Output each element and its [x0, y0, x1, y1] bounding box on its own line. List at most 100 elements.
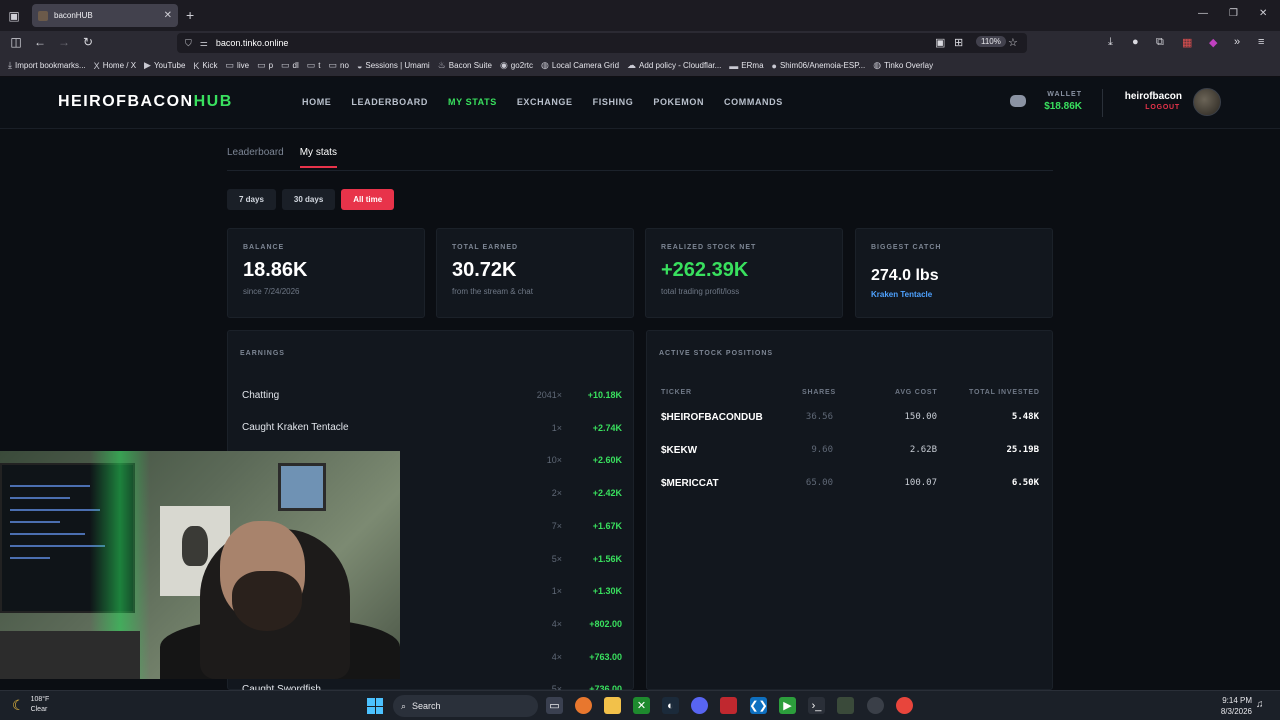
back-icon[interactable]: ←	[32, 35, 48, 49]
bookmark-item[interactable]: ◍ Local Camera Grid	[541, 60, 619, 71]
app-red-icon[interactable]	[720, 697, 737, 714]
firefox-icon[interactable]	[575, 697, 592, 714]
logout-link[interactable]: LOGOUT	[1110, 104, 1180, 111]
nav-home[interactable]: HOME	[302, 97, 331, 107]
terminal-icon[interactable]: ›_	[808, 697, 825, 714]
nav-exchange[interactable]: EXCHANGE	[517, 97, 573, 107]
bookmark-label: Kick	[202, 61, 218, 70]
site-info-icon[interactable]: ⚌	[200, 38, 208, 49]
close-tab-icon[interactable]: ✕	[164, 10, 172, 21]
downloads-icon[interactable]: ⤓	[1108, 36, 1113, 49]
picture-icon[interactable]: ▣	[935, 36, 945, 49]
sidebar-toggle-icon[interactable]: ◫	[8, 35, 24, 49]
chrome-icon[interactable]	[896, 697, 913, 714]
bookmark-item[interactable]: ♨ Bacon Suite	[438, 60, 492, 71]
col-shares: SHARES	[802, 389, 836, 396]
bookmark-item[interactable]: ● Shim06/Anemoia-ESP...	[772, 61, 866, 71]
taskbar-search[interactable]: ⌕ Search	[393, 695, 538, 717]
range-30-days-button[interactable]: 30 days	[281, 189, 336, 210]
bookmark-star-icon[interactable]: ☆	[1008, 36, 1018, 49]
bookmark-item[interactable]: ▶ YouTube	[144, 60, 185, 71]
app-green-icon[interactable]: ▶	[779, 697, 796, 714]
new-tab-icon[interactable]: +	[186, 7, 194, 23]
bookmark-item[interactable]: ▭ dl	[281, 60, 299, 71]
bookmark-item[interactable]: ▭ t	[307, 60, 321, 71]
bookmark-item[interactable]: ◉ go2rtc	[500, 60, 533, 71]
bookmark-item[interactable]: K Kick	[193, 61, 217, 71]
discord-taskbar-icon[interactable]	[691, 697, 708, 714]
col-ticker: TICKER	[661, 389, 692, 396]
card-label: REALIZED STOCK NET	[661, 244, 757, 251]
vscode-icon[interactable]: ❮❯	[749, 697, 768, 714]
nav-commands[interactable]: COMMANDS	[724, 97, 783, 107]
range-7-days-button[interactable]: 7 days	[227, 189, 276, 210]
biggest-catch-value: 274.0 lbs	[871, 267, 939, 284]
tab-leaderboard[interactable]: Leaderboard	[227, 147, 284, 168]
folder-icon: ▭	[306, 60, 316, 70]
site-logo[interactable]: HEIROFBACONHUB	[58, 93, 233, 111]
bookmark-label: dl	[292, 61, 299, 70]
total-earned-value: 30.72K	[452, 259, 517, 281]
bookmark-item[interactable]: ▭ no	[329, 60, 349, 71]
tab-my-stats[interactable]: My stats	[299, 147, 337, 168]
minimize-icon[interactable]: —	[1198, 8, 1208, 19]
bookmark-item[interactable]: ◒ Sessions | Umami	[357, 61, 430, 71]
github-icon: ●	[771, 60, 777, 71]
nav-my-stats[interactable]: MY STATS	[448, 97, 497, 107]
nav-leaderboard[interactable]: LEADERBOARD	[351, 97, 428, 107]
file-explorer-icon[interactable]	[604, 697, 621, 714]
close-window-icon[interactable]: ✕	[1259, 8, 1267, 19]
bookmark-item[interactable]: ▬ ERma	[729, 61, 763, 71]
card-label: BALANCE	[243, 244, 285, 251]
bookmark-item[interactable]: ⤓ Import bookmarks...	[8, 60, 86, 71]
bookmark-item[interactable]: ▭ p	[257, 60, 273, 71]
system-clock[interactable]: 9:14 PM 8/3/2026	[1210, 695, 1252, 717]
tab-list-icon[interactable]: ▣	[0, 0, 28, 31]
discord-icon[interactable]	[1010, 95, 1026, 107]
shield-icon[interactable]: ⛉	[185, 38, 192, 49]
start-icon[interactable]	[367, 698, 383, 714]
range-all-time-button[interactable]: All time	[341, 189, 395, 210]
restore-icon[interactable]: ❐	[1229, 8, 1238, 19]
forward-icon[interactable]: →	[56, 35, 72, 49]
zoom-level[interactable]: 110%	[976, 36, 1006, 47]
browser-navbar: ◫ ← → ↻ ⛉ ⚌ bacon.tinko.online ▣ ⊞ 110% …	[0, 31, 1280, 55]
obs-icon[interactable]	[867, 697, 884, 714]
extensions-icon[interactable]: ⧉	[1156, 36, 1164, 49]
reload-icon[interactable]: ↻	[80, 35, 96, 49]
xbox-icon[interactable]: ✕	[633, 697, 650, 714]
menu-icon[interactable]: ≡	[1258, 36, 1264, 48]
notification-bell-icon[interactable]: ♫	[1256, 699, 1264, 710]
site-header: HEIROFBACONHUB HOME LEADERBOARD MY STATS EX…	[0, 77, 1280, 129]
import-icon: ⤓	[8, 60, 12, 70]
bookmark-item[interactable]: ▭ live	[226, 60, 250, 71]
bookmark-item[interactable]: ◍ Tinko Overlay	[873, 60, 933, 71]
steam-icon[interactable]: ◐	[662, 697, 679, 714]
account-icon[interactable]: ●	[1132, 36, 1139, 48]
bookmark-label: t	[318, 61, 321, 70]
bookmark-label: go2rtc	[510, 61, 534, 70]
stock-row[interactable]: $MERICCAT 65.00 100.07 6.50K	[661, 473, 1041, 493]
bookmark-item[interactable]: X Home / X	[94, 61, 136, 71]
extension-purple-icon[interactable]: ◆	[1209, 36, 1217, 49]
avatar[interactable]	[1193, 88, 1221, 116]
biggest-catch-fish[interactable]: Kraken Tentacle	[871, 290, 1037, 299]
nav-fishing[interactable]: FISHING	[593, 97, 634, 107]
overflow-chevron-icon[interactable]: »	[1234, 36, 1240, 48]
bookmark-label: YouTube	[153, 61, 186, 70]
weather-widget[interactable]: ☾ 108°F Clear	[12, 695, 49, 715]
extension-badge-icon[interactable]: ▦	[1182, 36, 1192, 49]
browser-tab[interactable]: baconHUB ✕	[32, 4, 178, 27]
bookmark-item[interactable]: ☁ Add policy - Cloudflar...	[627, 60, 721, 71]
task-view-icon[interactable]: ▭	[546, 697, 563, 714]
url-bar[interactable]: ⛉ ⚌ bacon.tinko.online	[177, 33, 1027, 53]
save-page-icon[interactable]: ⊞	[954, 36, 963, 49]
app-window-icon[interactable]	[837, 697, 854, 714]
stock-row[interactable]: $HEIROFBACONDUB 36.56 150.00 5.48K	[661, 407, 1041, 427]
stock-row[interactable]: $KEKW 9.60 2.62B 25.19B	[661, 440, 1041, 460]
webcam-picture-frame	[278, 463, 326, 511]
windows-taskbar: ☾ 108°F Clear ⌕ Search ▭ ✕ ◐ ❮❯ ▶ ›_ 9:1…	[0, 690, 1280, 720]
nav-pokemon[interactable]: POKEMON	[653, 97, 704, 107]
earnings-amount: +1.56K	[592, 553, 622, 564]
bookmark-label: p	[268, 61, 274, 70]
